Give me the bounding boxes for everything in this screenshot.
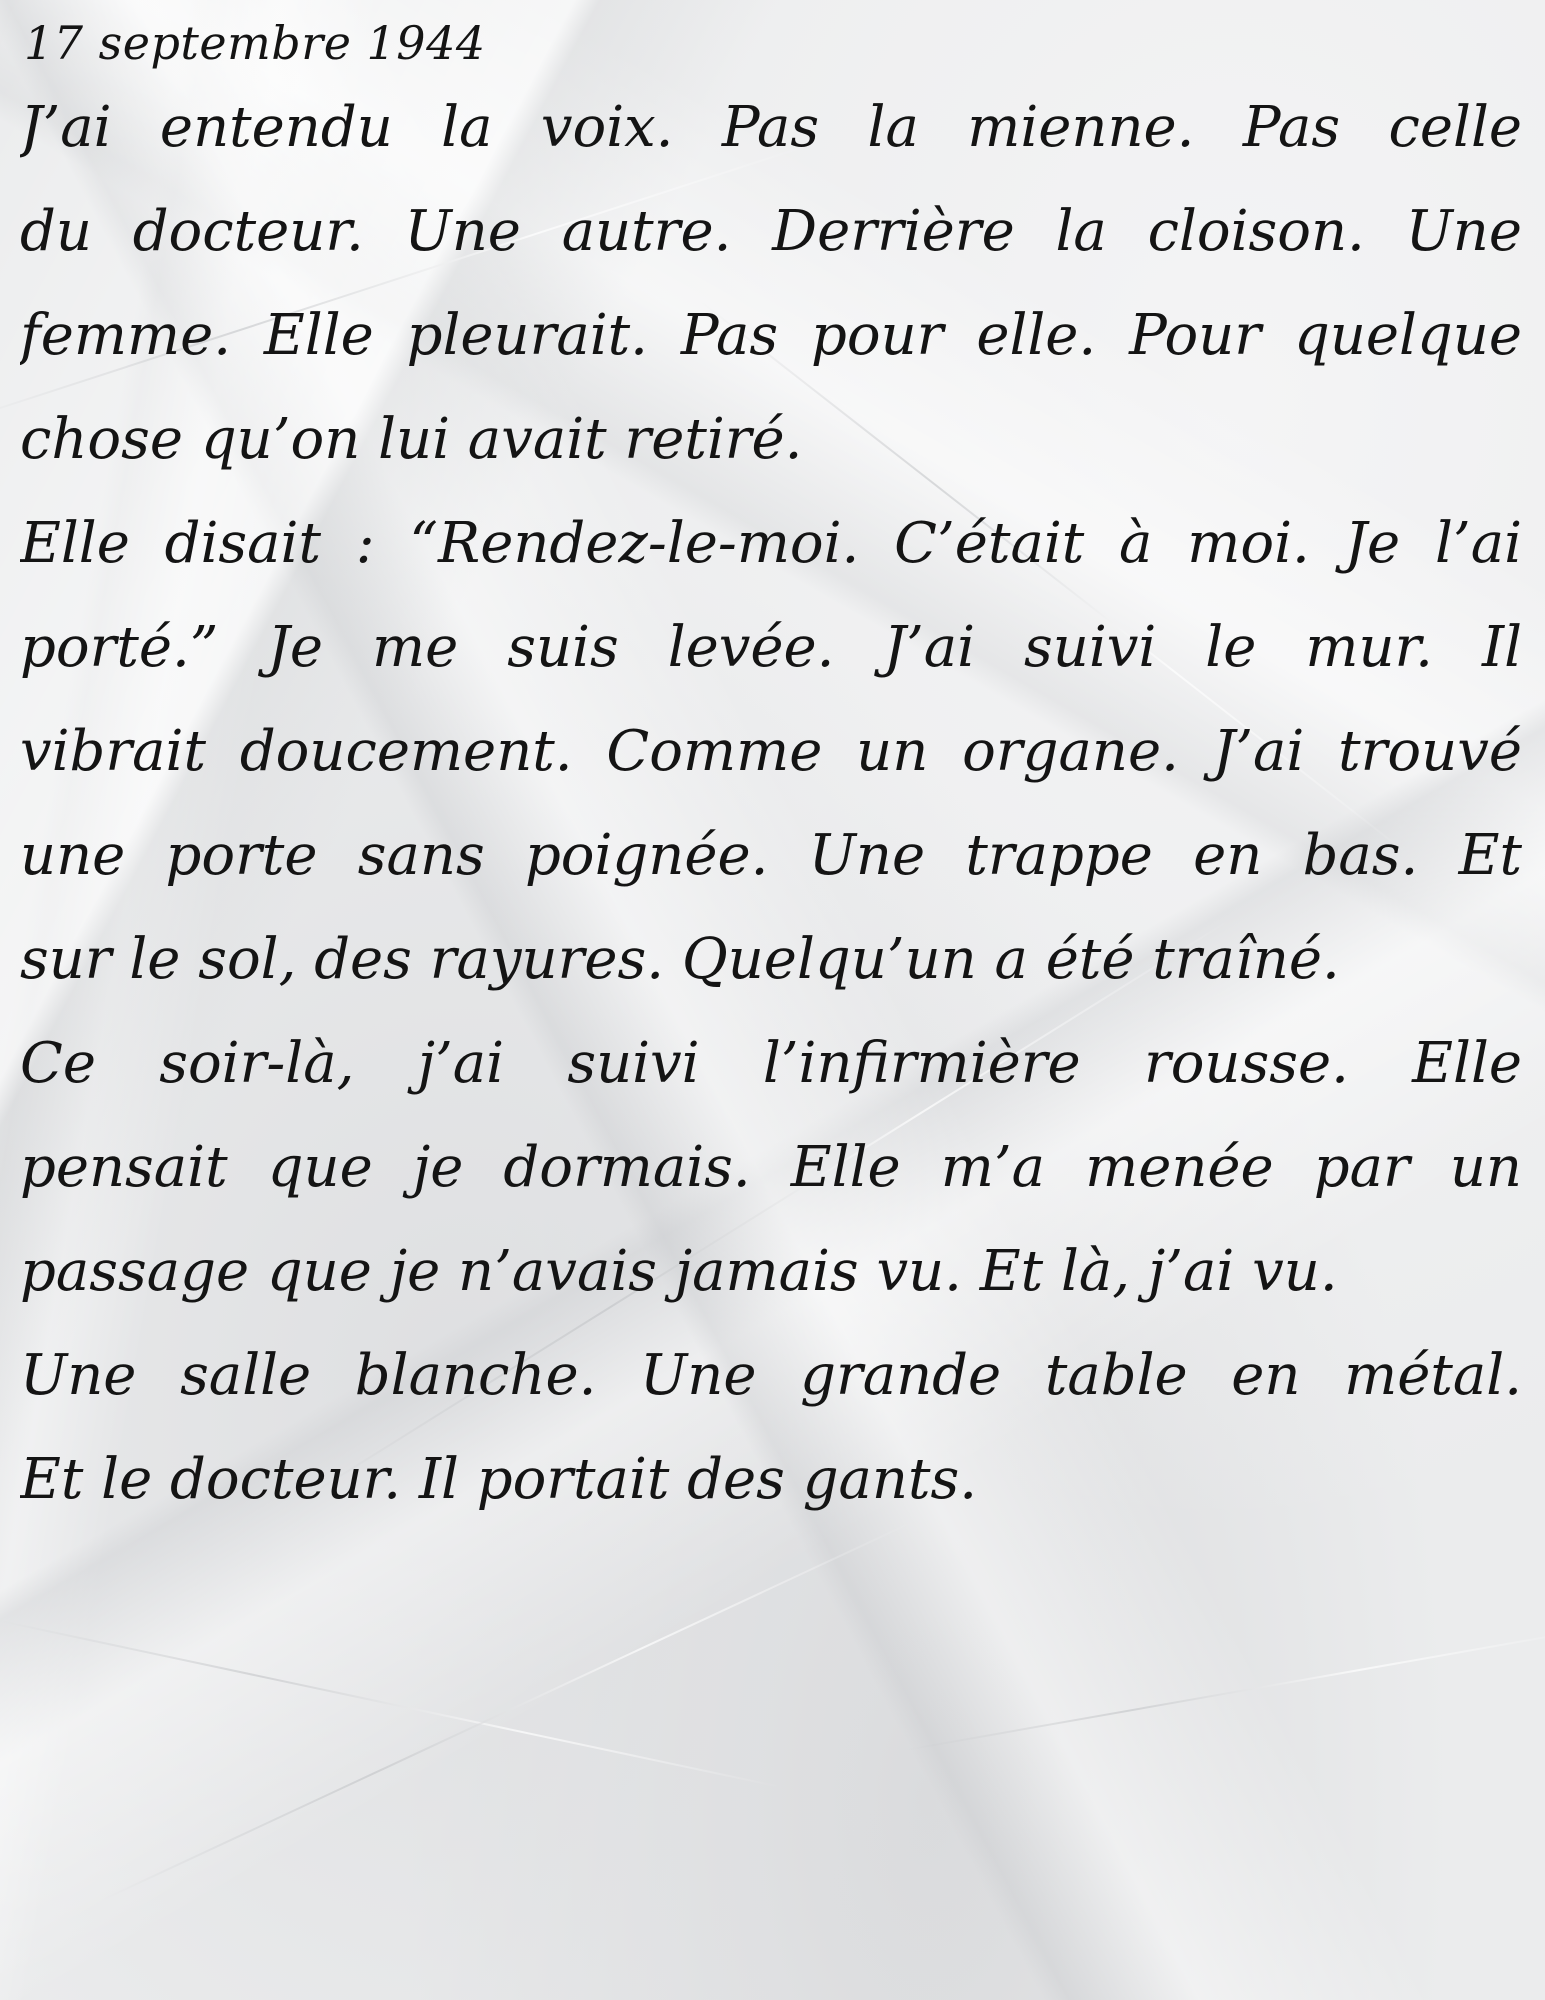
text-line: sur le sol, des rayures. Quelqu’un a été…: [20, 927, 1340, 992]
handwritten-diary-entry: 17 septembre 1944 J’ai entendu la voix. …: [20, 10, 1522, 1532]
text-line: femme. Elle pleurait. Pas pour elle. Pou…: [20, 303, 1522, 368]
paper-crease: [99, 1519, 917, 1902]
text-line: Elle disait : “Rendez-le-moi. C’était à …: [20, 511, 1522, 576]
text-line: Une salle blanche. Une grande table en m…: [20, 1343, 1522, 1408]
text-line: J’ai entendu la voix. Pas la mienne. Pas…: [20, 95, 1522, 160]
text-line: Ce soir-là, j’ai suivi l’infirmière rous…: [20, 1031, 1522, 1096]
text-line: Et le docteur. Il portait des gants.: [20, 1447, 978, 1512]
text-line: passage que je n’avais jamais vu. Et là,…: [20, 1239, 1338, 1304]
text-line: une porte sans poignée. Une trappe en ba…: [20, 823, 1522, 888]
text-line: chose qu’on lui avait retiré.: [20, 407, 803, 472]
text-line: porté.” Je me suis levée. J’ai suivi le …: [20, 615, 1522, 680]
paper-crease: [899, 1628, 1545, 1752]
entry-date: 17 septembre 1944: [24, 16, 486, 70]
text-line: vibrait doucement. Comme un organe. J’ai…: [20, 719, 1522, 784]
text-line: du docteur. Une autre. Derrière la clois…: [20, 199, 1522, 264]
text-line: pensait que je dormais. Elle m’a menée p…: [20, 1135, 1522, 1200]
